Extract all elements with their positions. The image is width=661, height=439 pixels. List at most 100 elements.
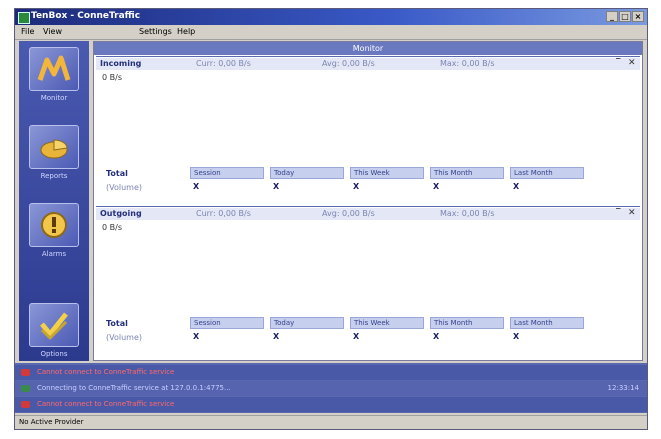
log-entry[interactable]: Connecting to ConneTraffic service at 12… [15,381,647,396]
app-window: TenBox - ConneTraffic _ □ × File View Se… [14,8,648,430]
column-header: This Month [430,317,504,329]
column-header: Session [190,317,264,329]
sidebar-item-label: Monitor [40,94,68,102]
sidebar-item-label: Reports [40,172,68,180]
total-value: X [513,182,520,191]
close-panel-icon[interactable]: ✕ [628,58,636,68]
total-month: This Month X [430,317,504,347]
total-session: Session X [190,167,264,197]
log-message: Connecting to ConneTraffic service at 12… [37,384,231,392]
totals-unit: (Volume) [106,183,142,192]
sidebar-item-label: Options [40,350,68,358]
collapse-icon[interactable]: ‾ [616,208,621,218]
totals-row: Total (Volume) Session X Today X This We… [100,317,634,351]
column-header: Last Month [510,317,584,329]
column-header: This Week [350,317,424,329]
maximize-button[interactable]: □ [619,11,631,22]
average-rate: Avg: 0,00 B/s [322,59,375,68]
monitor-tile [29,47,79,91]
total-today: Today X [270,317,344,347]
traffic-graph [100,85,634,165]
column-header: Last Month [510,167,584,179]
title-bar[interactable]: TenBox - ConneTraffic _ □ × [15,9,647,25]
menu-view[interactable]: View [43,27,62,36]
window-title: TenBox - ConneTraffic [31,11,141,21]
menu-help[interactable]: Help [177,27,195,36]
connecting-icon [21,385,30,392]
total-session: Session X [190,317,264,347]
column-header: Today [270,317,344,329]
total-value: X [353,182,360,191]
max-rate: Max: 0,00 B/s [440,59,495,68]
total-month: This Month X [430,167,504,197]
panel-header: Incoming Curr: 0,00 B/s Avg: 0,00 B/s Ma… [96,58,640,70]
log-time: 12:33:14 [607,384,639,392]
menu-file[interactable]: File [21,27,34,36]
app-icon [18,12,30,24]
close-panel-icon[interactable]: ✕ [628,208,636,218]
column-header: This Month [430,167,504,179]
total-value: X [193,332,200,341]
sidebar: Monitor Reports Alarms Options [19,41,89,361]
status-text: No Active Provider [19,418,84,426]
panel-title: Incoming [100,59,142,68]
max-rate: Max: 0,00 B/s [440,209,495,218]
sidebar-item-reports[interactable]: Reports [25,125,83,180]
log-message: Cannot connect to ConneTraffic service [37,368,175,376]
total-value: X [273,332,280,341]
event-log: Cannot connect to ConneTraffic service C… [15,363,647,413]
totals-label: Total [106,319,128,328]
totals-row: Total (Volume) Session X Today X This We… [100,167,634,201]
log-entry[interactable]: Cannot connect to ConneTraffic service [15,397,647,412]
current-rate: Curr: 0,00 B/s [196,209,251,218]
menu-bar: File View Settings Help [15,25,647,40]
options-tile [29,303,79,347]
total-last-month: Last Month X [510,167,584,197]
alarm-icon [41,212,67,238]
outgoing-panel: Outgoing Curr: 0,00 B/s Avg: 0,00 B/s Ma… [96,206,640,353]
menu-settings[interactable]: Settings [139,27,172,36]
view-header: Monitor [94,42,642,55]
sidebar-item-alarms[interactable]: Alarms [25,203,83,258]
sidebar-item-monitor[interactable]: Monitor [25,47,83,102]
total-value: X [193,182,200,191]
total-value: X [273,182,280,191]
minimize-button[interactable]: _ [606,11,618,22]
total-value: X [433,182,440,191]
panel-header: Outgoing Curr: 0,00 B/s Avg: 0,00 B/s Ma… [96,208,640,220]
current-rate: Curr: 0,00 B/s [196,59,251,68]
log-message: Cannot connect to ConneTraffic service [37,400,175,408]
reports-icon [40,139,68,159]
traffic-graph [100,235,634,315]
rate-readout: 0 B/s [102,73,122,82]
column-header: Session [190,167,264,179]
column-header: This Week [350,167,424,179]
error-icon [21,401,30,408]
total-week: This Week X [350,167,424,197]
options-icon [40,312,68,340]
alarm-tile [29,203,79,247]
total-last-month: Last Month X [510,317,584,347]
monitor-icon [37,55,71,81]
column-header: Today [270,167,344,179]
totals-label: Total [106,169,128,178]
total-week: This Week X [350,317,424,347]
total-value: X [353,332,360,341]
error-icon [21,369,30,376]
reports-tile [29,125,79,169]
average-rate: Avg: 0,00 B/s [322,209,375,218]
totals-unit: (Volume) [106,333,142,342]
close-button[interactable]: × [632,11,644,22]
sidebar-item-label: Alarms [41,250,67,258]
sidebar-item-options[interactable]: Options [25,303,83,358]
total-today: Today X [270,167,344,197]
total-value: X [433,332,440,341]
window-controls: _ □ × [606,11,644,22]
log-entry[interactable]: Cannot connect to ConneTraffic service [15,365,647,380]
total-value: X [513,332,520,341]
monitor-view: Monitor Incoming Curr: 0,00 B/s Avg: 0,0… [93,41,643,361]
panel-title: Outgoing [100,209,142,218]
collapse-icon[interactable]: ‾ [616,58,621,68]
status-bar: No Active Provider [15,415,647,429]
rate-readout: 0 B/s [102,223,122,232]
